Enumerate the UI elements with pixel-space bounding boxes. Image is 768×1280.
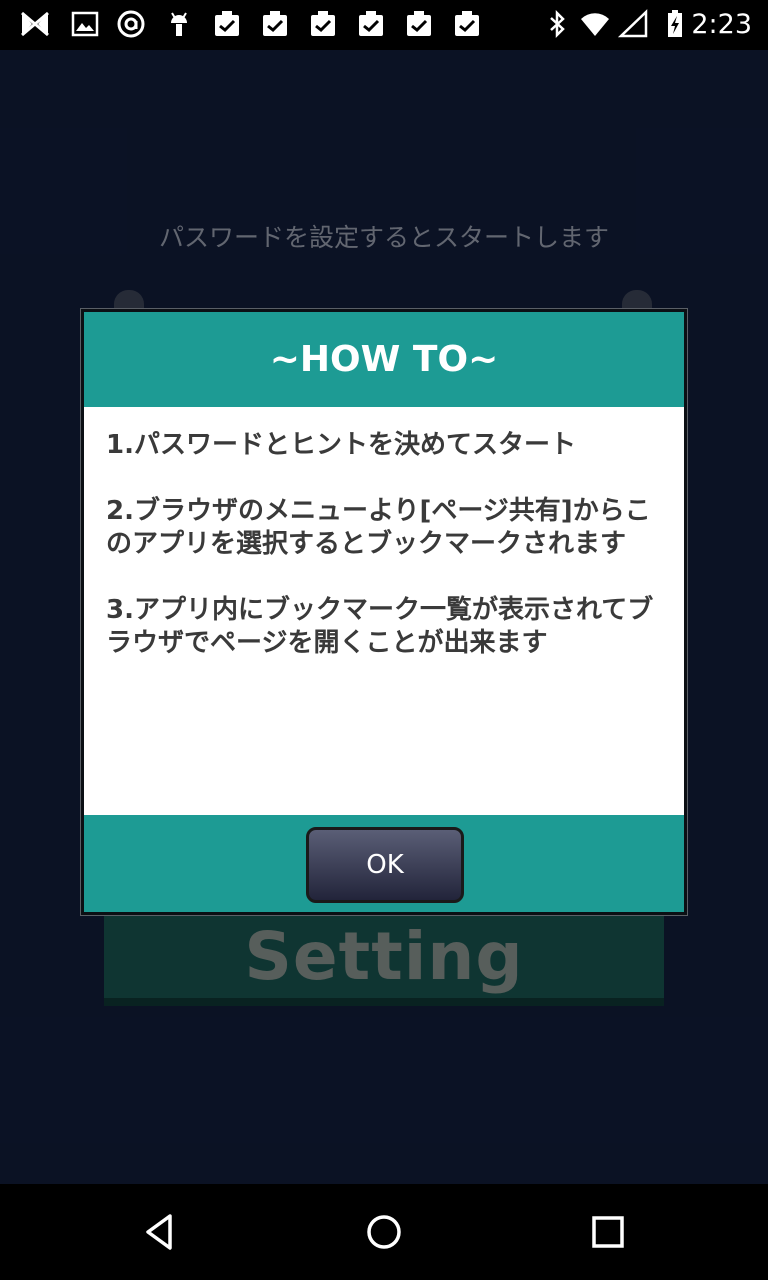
wifi-icon [580, 9, 610, 39]
clock-time: 2:23 [691, 9, 752, 40]
dialog-header: ~HOW TO~ [84, 312, 684, 407]
dialog-title: ~HOW TO~ [269, 339, 499, 380]
clipboard-check-icon [308, 9, 338, 39]
navigation-bar [0, 1184, 768, 1280]
home-icon[interactable] [360, 1208, 408, 1256]
dialog-footer: OK [84, 815, 684, 912]
battery-charging-icon [660, 9, 690, 39]
how-to-step-2: 2.ブラウザのメニューより[ページ共有]からこのアプリを選択するとブックマークさ… [106, 496, 651, 559]
ok-button[interactable]: OK [306, 827, 464, 903]
how-to-step-1: 1.パスワードとヒントを決めてスタート [106, 430, 576, 460]
recents-icon[interactable] [584, 1208, 632, 1256]
android-icon [164, 9, 194, 39]
signal-icon [618, 9, 648, 39]
clipboard-check-icon [260, 9, 290, 39]
at-sign-icon [116, 9, 146, 39]
back-icon[interactable] [136, 1208, 184, 1256]
screen: 2:23 パスワードを設定するとスタートします Setting ~HOW TO~… [0, 0, 768, 1280]
dialog-body: 1.パスワードとヒントを決めてスタート 2.ブラウザのメニューより[ページ共有]… [84, 407, 684, 815]
clipboard-check-icon [452, 9, 482, 39]
how-to-step-3: 3.アプリ内にブックマーク一覧が表示されてブラウザでページを開くことが出来ます [106, 595, 654, 658]
bluetooth-icon [542, 9, 572, 39]
status-bar: 2:23 [0, 0, 768, 50]
nexus-logo-icon [20, 9, 50, 39]
image-icon [70, 9, 100, 39]
clipboard-check-icon [356, 9, 386, 39]
how-to-dialog: ~HOW TO~ 1.パスワードとヒントを決めてスタート 2.ブラウザのメニュー… [80, 308, 688, 916]
clipboard-check-icon [404, 9, 434, 39]
clipboard-check-icon [212, 9, 242, 39]
